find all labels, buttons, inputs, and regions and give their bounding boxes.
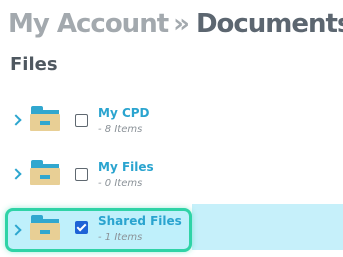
selected-row-background (192, 204, 343, 250)
folder-item-count: - 1 Items (98, 232, 143, 243)
breadcrumb-my-account-link[interactable]: My Account (8, 9, 169, 39)
folder-icon (30, 160, 60, 185)
folder-checkbox-shared-files[interactable] (75, 221, 88, 234)
breadcrumb-separator: » (173, 9, 190, 39)
breadcrumb: My Account » Documents (8, 4, 343, 44)
folder-icon (30, 106, 60, 131)
folder-name-my-files[interactable]: My Files (98, 160, 154, 174)
folder-checkbox-my-files[interactable] (75, 168, 88, 181)
folder-item-count: - 8 Items (98, 124, 143, 135)
folder-name-my-cpd[interactable]: My CPD (98, 106, 150, 120)
folder-name-shared-files[interactable]: Shared Files (98, 214, 182, 228)
folder-item-count: - 0 Items (98, 178, 143, 189)
chevron-right-icon[interactable] (10, 114, 22, 126)
page-title: Documents (195, 9, 343, 39)
chevron-right-icon[interactable] (10, 168, 22, 180)
folder-checkbox-my-cpd[interactable] (75, 114, 88, 127)
folder-icon (30, 215, 60, 240)
section-title-files: Files (10, 54, 58, 75)
